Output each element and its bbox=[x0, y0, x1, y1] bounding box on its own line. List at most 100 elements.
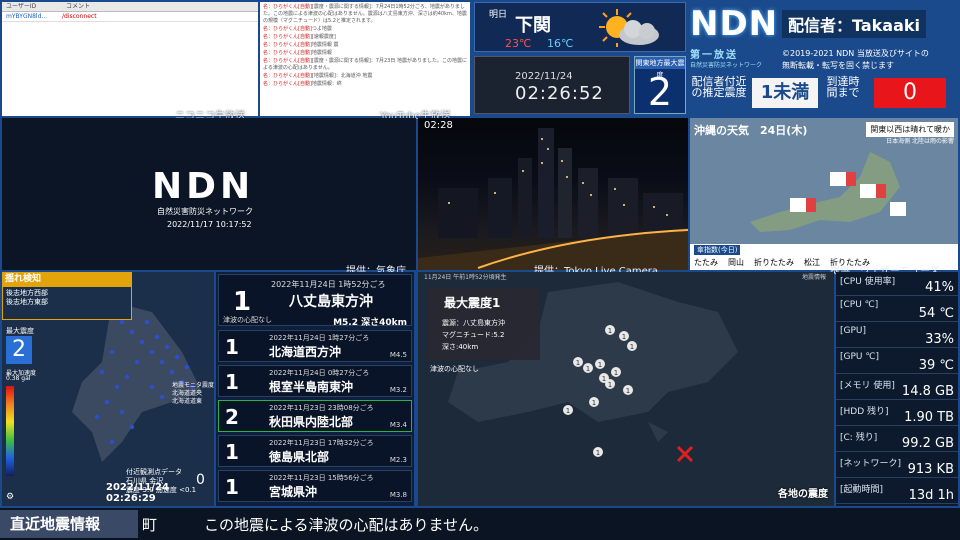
eq-item-time: 2022年11月24日 1時27分ごろ bbox=[269, 334, 370, 342]
weather-map-title: 沖縄の天気 24日(木) bbox=[694, 124, 808, 137]
station-dot bbox=[129, 329, 135, 335]
umbrella-index-label: 傘指数(今日) bbox=[694, 245, 741, 255]
eq-map-right-label: 地震情報 bbox=[801, 274, 826, 281]
umbrella-place: たたみ bbox=[694, 258, 718, 267]
system-stat-key: [C: 残り] bbox=[840, 433, 878, 443]
station-dot bbox=[144, 319, 150, 325]
eq-item-scale: 1 bbox=[225, 440, 239, 464]
svg-text:1: 1 bbox=[598, 361, 602, 369]
eq-item-scale: 1 bbox=[225, 335, 239, 359]
system-stat-key: [CPU ℃] bbox=[840, 300, 879, 310]
earthquake-list-item[interactable]: 1 2022年11月23日 15時56分ごろ 宮城県沖 M3.8 bbox=[218, 470, 412, 502]
auto-comment-item: 名：ひらがくん[自動]地震情報 bbox=[263, 50, 467, 57]
station-intensity-marker: 1 bbox=[627, 341, 637, 351]
auto-comment-item: 名：ひらがくん[自動][震度・震源に関する情報]：7月24日1時52分ごろ、地震… bbox=[263, 4, 467, 25]
niconico-feed: NDN 自然災害防災ネットワーク 2022/11/17 10:17:52 bbox=[2, 118, 416, 270]
system-stat-row: [メモリ 使用] 14.8 GB bbox=[836, 376, 958, 400]
stream-overlay: ユーザーID コメント mYBYGN8ld... /disconnect 名：ひ… bbox=[0, 0, 960, 540]
station-dot bbox=[149, 349, 155, 355]
eq-info-epicenter: 震源：八丈島東方沖 bbox=[442, 319, 505, 327]
svg-text:1: 1 bbox=[608, 327, 612, 335]
svg-text:1: 1 bbox=[576, 359, 580, 367]
station-intensity-marker: 1 bbox=[593, 447, 603, 457]
auto-comment-text: 地震情報 震 bbox=[311, 42, 339, 48]
eq-item-place: 秋田県内陸北部 bbox=[269, 415, 354, 429]
eq-item-mag: M3.8 bbox=[389, 491, 407, 499]
auto-comment-author: 名：ひらがくん[自動] bbox=[263, 42, 312, 48]
ticker-text: この地震による津波の心配はありません。 bbox=[204, 516, 489, 534]
auto-comment-author: 名：ひらがくん[自動] bbox=[263, 34, 312, 40]
auto-comment-panel: 名：ひらがくん[自動][震度・震源に関する情報]：7月24日1時52分ごろ、地震… bbox=[260, 2, 470, 116]
station-dot bbox=[114, 384, 120, 390]
earthquake-list-item[interactable]: 2 2022年11月23日 23時08分ごろ 秋田県内陸北部 M3.4 bbox=[218, 400, 412, 432]
estimate-intensity-label: 配信者付近の推定震度 bbox=[691, 75, 747, 99]
copyright-line1: ©2019-2021 NDN 当放送及びサイトの bbox=[782, 49, 929, 58]
estimate-widget: 配信者付近の推定震度 1未満 到達時間まで 0 bbox=[690, 76, 958, 116]
eq-item-place: 北海道西方沖 bbox=[269, 345, 342, 359]
shake-area-2: 後志地方東部 bbox=[6, 298, 48, 306]
live-camera-feed: 02:28 bbox=[418, 118, 688, 270]
system-stat-value: 99.2 GB bbox=[901, 436, 954, 451]
ndn-feed-datetime: 2022/11/17 10:17:52 bbox=[167, 220, 252, 229]
auto-comment-author: 名：ひらがくん[自動] bbox=[263, 26, 312, 32]
eq-info-box: 最大震度1 震源：八丈島東方沖 マグニチュード:5.2 深さ:40km bbox=[428, 288, 540, 360]
station-intensity-marker: 1 bbox=[583, 363, 593, 373]
svg-text:1: 1 bbox=[566, 407, 570, 415]
system-stat-row: [CPU ℃] 54 ℃ bbox=[836, 298, 958, 322]
umbrella-place: 岡山 bbox=[728, 258, 744, 267]
eq-info-depth: 深さ:40km bbox=[442, 343, 479, 351]
arrival-value: 0 bbox=[874, 78, 946, 108]
shake-max-value: 2 bbox=[6, 336, 32, 364]
auto-comment-text: 地震情報 bbox=[311, 50, 332, 56]
station-intensity-marker: 1 bbox=[589, 397, 599, 407]
station-dot bbox=[129, 424, 135, 430]
channel-name: 第一放送 bbox=[690, 50, 738, 61]
clock-date: 2022/11/24 bbox=[515, 71, 573, 82]
chat-header: ユーザーID コメント bbox=[2, 2, 258, 12]
svg-text:1: 1 bbox=[592, 399, 596, 407]
channel-subtitle: 自然災害防災ネットワーク bbox=[690, 62, 763, 69]
auto-comment-item: 名：ひらがくん[自動]地震情報 震 bbox=[263, 42, 467, 49]
station-dot bbox=[159, 359, 165, 365]
shake-accel-value: 0.38 gal bbox=[6, 375, 31, 382]
earthquake-list-item[interactable]: 1 2022年11月24日 1時27分ごろ 北海道西方沖 M4.5 bbox=[218, 330, 412, 362]
system-stat-key: [GPU ℃] bbox=[840, 352, 879, 362]
chat-comment: /disconnect bbox=[62, 13, 97, 20]
shake-color-scale bbox=[6, 386, 14, 476]
station-dot bbox=[184, 364, 190, 370]
system-stat-row: [ネットワーク] 913 KB bbox=[836, 454, 958, 478]
station-intensity-marker: 1 bbox=[605, 379, 615, 389]
earthquake-list-item[interactable]: 1 2022年11月23日 17時32分ごろ 徳島県北部 M2.3 bbox=[218, 435, 412, 467]
chat-user: mYBYGN8ld... bbox=[6, 13, 48, 20]
settings-icon[interactable]: ⚙ bbox=[6, 492, 14, 502]
eq-item-place: 徳島県北部 bbox=[269, 450, 330, 464]
latest-magnitude: M5.2 深さ40km bbox=[333, 318, 407, 328]
svg-text:1: 1 bbox=[608, 381, 612, 389]
station-dot bbox=[139, 339, 145, 345]
auto-comment-author: 名：ひらがくん[自動] bbox=[263, 73, 312, 79]
weather-high: 23℃ bbox=[505, 37, 532, 50]
japan-map-shape bbox=[750, 152, 906, 232]
station-dot bbox=[174, 354, 180, 360]
system-stat-value: 13d 1h bbox=[908, 488, 954, 503]
station-dot bbox=[119, 409, 125, 415]
station-dot bbox=[149, 384, 155, 390]
weather-low: 16℃ bbox=[547, 37, 574, 50]
chat-row: mYBYGN8ld... /disconnect bbox=[2, 12, 258, 22]
auto-comment-item: 名：ひらがくん[自動][速報震度] bbox=[263, 34, 467, 41]
ndn-header: NDN 配信者：Takaaki 第一放送 自然災害防災ネットワーク ©2019-… bbox=[690, 2, 958, 74]
max-intensity-value: 2 bbox=[647, 70, 673, 114]
ndn-logo: NDN bbox=[690, 4, 779, 44]
station-intensity-marker: 1 bbox=[595, 359, 605, 369]
shake-legend: 地震モニタ震度 北海道道央 北海道道東 bbox=[172, 382, 214, 406]
weather-city: 下関 bbox=[515, 15, 551, 36]
news-ticker: 直近地震情報 町 この地震による津波の心配はありません。 bbox=[0, 508, 960, 540]
system-stat-row: [GPU ℃] 39 ℃ bbox=[836, 350, 958, 374]
system-stat-row: [起動時間] 13d 1h bbox=[836, 480, 958, 504]
earthquake-list-item[interactable]: 1 2022年11月24日 0時27分ごろ 根室半島南東沖 M3.2 bbox=[218, 365, 412, 397]
system-stat-value: 913 KB bbox=[907, 462, 954, 477]
latest-place: 八丈島東方沖 bbox=[289, 294, 373, 310]
system-stat-row: [CPU 使用率] 41% bbox=[836, 272, 958, 296]
auto-comment-item: 名：ひらがくん[自動][地震情報]：北海道沖 地震 bbox=[263, 73, 467, 80]
system-monitor: [CPU 使用率] 41% [CPU ℃] 54 ℃ [GPU] 33% [GPU ℃] 39… bbox=[836, 272, 958, 506]
